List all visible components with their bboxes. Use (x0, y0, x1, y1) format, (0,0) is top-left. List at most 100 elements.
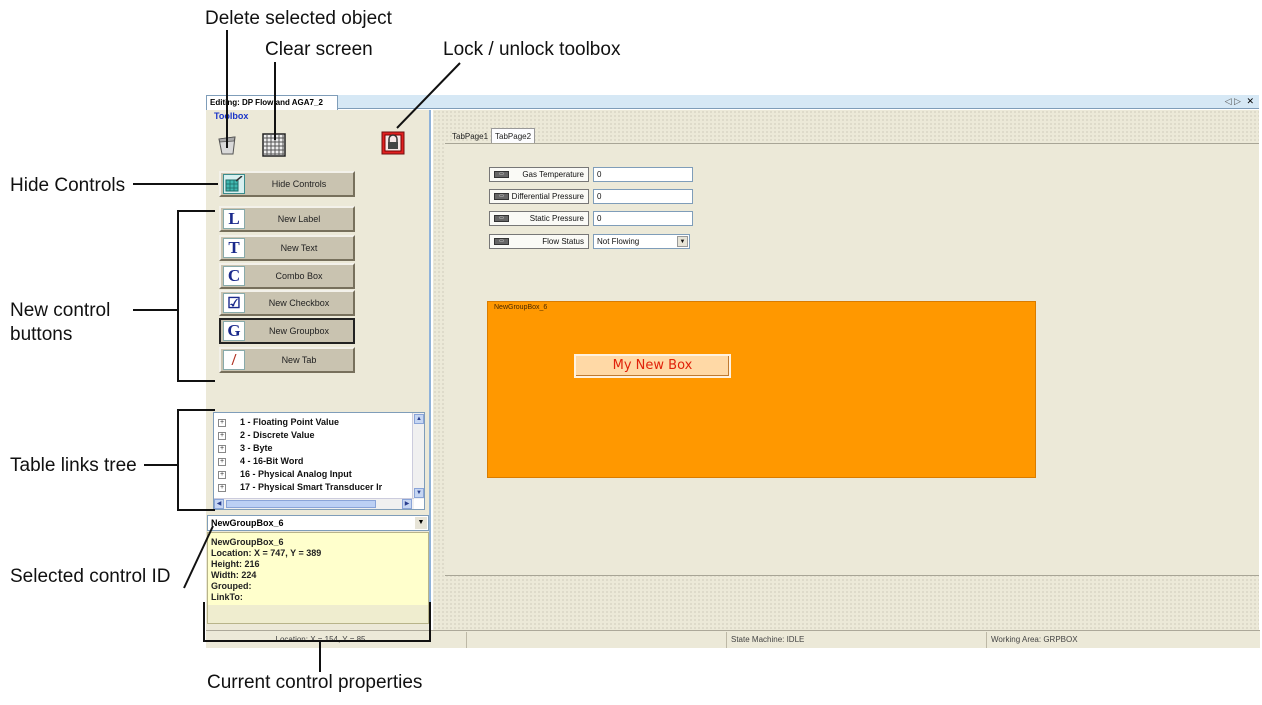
selected-control-dropdown[interactable]: NewGroupBox_6 ▼ (207, 515, 429, 531)
tab-strip: ◁ ▷ ✕ (338, 95, 1259, 109)
tree-item-label: 17 - Physical Smart Transducer Ir (240, 482, 383, 492)
new-label-button[interactable]: L New Label (219, 206, 355, 232)
table-links-tree[interactable]: +1 - Floating Point Value +2 - Discrete … (213, 412, 425, 510)
new-groupbox[interactable]: NewGroupBox_6 My New Box (487, 301, 1036, 478)
expand-icon[interactable]: + (218, 457, 226, 466)
callout-delete-selected: Delete selected object (205, 8, 392, 29)
scroll-thumb[interactable] (226, 500, 376, 508)
lock-icon[interactable] (381, 131, 405, 155)
new-checkbox-label: New Checkbox (268, 298, 330, 308)
tree-item[interactable]: +4 - 16-Bit Word (218, 455, 303, 468)
tree-item[interactable]: +1 - Floating Point Value (218, 416, 339, 429)
status-state-machine: State Machine: IDLE (726, 632, 986, 648)
new-text-button[interactable]: T New Text (219, 235, 355, 261)
chevron-down-icon[interactable]: ▼ (677, 236, 688, 247)
static-pressure-input[interactable]: 0 (593, 211, 693, 226)
callout-hide-controls: Hide Controls (10, 175, 126, 196)
expand-icon[interactable]: + (218, 418, 226, 427)
expand-icon[interactable]: + (218, 470, 226, 479)
new-tab-label: New Tab (281, 355, 317, 365)
tree-item[interactable]: +2 - Discrete Value (218, 429, 315, 442)
expand-icon[interactable]: + (218, 431, 226, 440)
pencil-icon: / (223, 350, 245, 370)
textbox-icon: ▭ (494, 171, 509, 178)
callout-selected-control: Selected control ID (10, 566, 171, 587)
window-controls: ◁ ▷ ✕ (1225, 96, 1254, 107)
design-surface[interactable]: TabPage1 TabPage2 ▭ Gas Temperature 0 ▭ D… (433, 110, 1259, 630)
tab-scroll-icon[interactable]: ◁ ▷ (1225, 96, 1241, 106)
new-groupbox-label: New Groupbox (268, 326, 330, 336)
tree-item[interactable]: +16 - Physical Analog Input (218, 468, 352, 481)
new-label-label: New Label (277, 214, 321, 224)
scroll-up-icon[interactable]: ▲ (414, 414, 424, 424)
callout-clear-screen: Clear screen (265, 39, 373, 60)
scroll-right-icon[interactable]: ▶ (402, 499, 412, 509)
flow-status-combo[interactable]: Not Flowing ▼ (593, 234, 690, 249)
new-checkbox-button[interactable]: ☑ New Checkbox (219, 290, 355, 316)
grid-icon[interactable] (262, 133, 286, 157)
new-tab-button[interactable]: / New Tab (219, 347, 355, 373)
combo-box-label: Combo Box (275, 271, 323, 281)
toolbox-title: Toolbox (214, 111, 249, 121)
toolbox-panel: Toolbox Hide Controls L New Label T New … (206, 110, 431, 630)
tab-panel: ▭ Gas Temperature 0 ▭ Differential Press… (445, 143, 1259, 576)
editor-tab[interactable]: Editing: DP Flow and AGA7_2 (206, 95, 338, 110)
status-working-area: Working Area: GRPBOX (986, 632, 1246, 648)
hide-controls-icon (223, 174, 245, 194)
prop-linkto: LinkTo: (211, 592, 243, 602)
selected-control-value: NewGroupBox_6 (211, 518, 284, 528)
tree-horizontal-scrollbar[interactable]: ◀ ▶ (214, 498, 414, 509)
prop-grouped: Grouped: (211, 581, 252, 591)
text-icon: T (223, 238, 245, 258)
textbox-icon: ▭ (494, 215, 509, 222)
gas-temperature-label[interactable]: ▭ Gas Temperature (489, 167, 589, 182)
tree-item[interactable]: +3 - Byte (218, 442, 273, 455)
tree-item-label: 1 - Floating Point Value (240, 417, 340, 427)
properties-footer (208, 605, 428, 623)
tree-item-label: 4 - 16-Bit Word (240, 456, 304, 466)
groupbox-icon: G (223, 321, 245, 341)
tab-page1[interactable]: TabPage1 (449, 129, 491, 143)
expand-icon[interactable]: + (218, 483, 226, 492)
tree-item-label: 3 - Byte (240, 443, 273, 453)
combo-icon: C (223, 266, 245, 286)
hide-controls-button[interactable]: Hide Controls (219, 171, 355, 197)
groupbox-title: NewGroupBox_6 (494, 304, 548, 311)
status-empty (466, 632, 726, 648)
callout-new-control-line1: New control (10, 300, 111, 321)
label-icon: L (223, 209, 245, 229)
prop-height: Height: 216 (211, 559, 260, 569)
tab-page2[interactable]: TabPage2 (491, 128, 536, 143)
field-label-text: Differential Pressure (511, 192, 584, 201)
prop-name: NewGroupBox_6 (211, 537, 284, 547)
tree-item[interactable]: +17 - Physical Smart Transducer Ir (218, 481, 382, 494)
tree-vertical-scrollbar[interactable]: ▲ ▼ (412, 413, 424, 499)
my-new-box[interactable]: My New Box (574, 354, 731, 378)
prop-width: Width: 224 (211, 570, 257, 580)
differential-pressure-input[interactable]: 0 (593, 189, 693, 204)
callout-new-control-line2: buttons (10, 324, 73, 345)
flow-status-label[interactable]: ▭ Flow Status (489, 234, 589, 249)
checkbox-icon: ☑ (223, 293, 245, 313)
expand-icon[interactable]: + (218, 444, 226, 453)
status-location: Location: X = 154, Y = 85 (275, 635, 366, 644)
tree-item-label: 2 - Discrete Value (240, 430, 315, 440)
textbox-icon: ▭ (494, 238, 509, 245)
control-properties-panel: NewGroupBox_6 Location: X = 747, Y = 389… (207, 532, 429, 624)
callout-current-props: Current control properties (207, 672, 423, 693)
static-pressure-label[interactable]: ▭ Static Pressure (489, 211, 589, 226)
field-label-text: Flow Status (542, 237, 584, 246)
scroll-left-icon[interactable]: ◀ (214, 499, 224, 509)
chevron-down-icon[interactable]: ▼ (415, 517, 427, 529)
status-bar: Location: X = 154, Y = 85 State Machine:… (206, 630, 1260, 648)
textbox-icon: ▭ (494, 193, 509, 200)
tab-header: TabPage1 TabPage2 (449, 128, 536, 144)
scroll-down-icon[interactable]: ▼ (414, 488, 424, 498)
close-icon[interactable]: ✕ (1246, 96, 1254, 106)
new-groupbox-button[interactable]: G New Groupbox (219, 318, 355, 344)
gas-temperature-input[interactable]: 0 (593, 167, 693, 182)
differential-pressure-label[interactable]: ▭ Differential Pressure (489, 189, 589, 204)
combo-box-button[interactable]: C Combo Box (219, 263, 355, 289)
field-label-text: Static Pressure (529, 214, 584, 223)
trash-icon[interactable] (215, 133, 239, 157)
